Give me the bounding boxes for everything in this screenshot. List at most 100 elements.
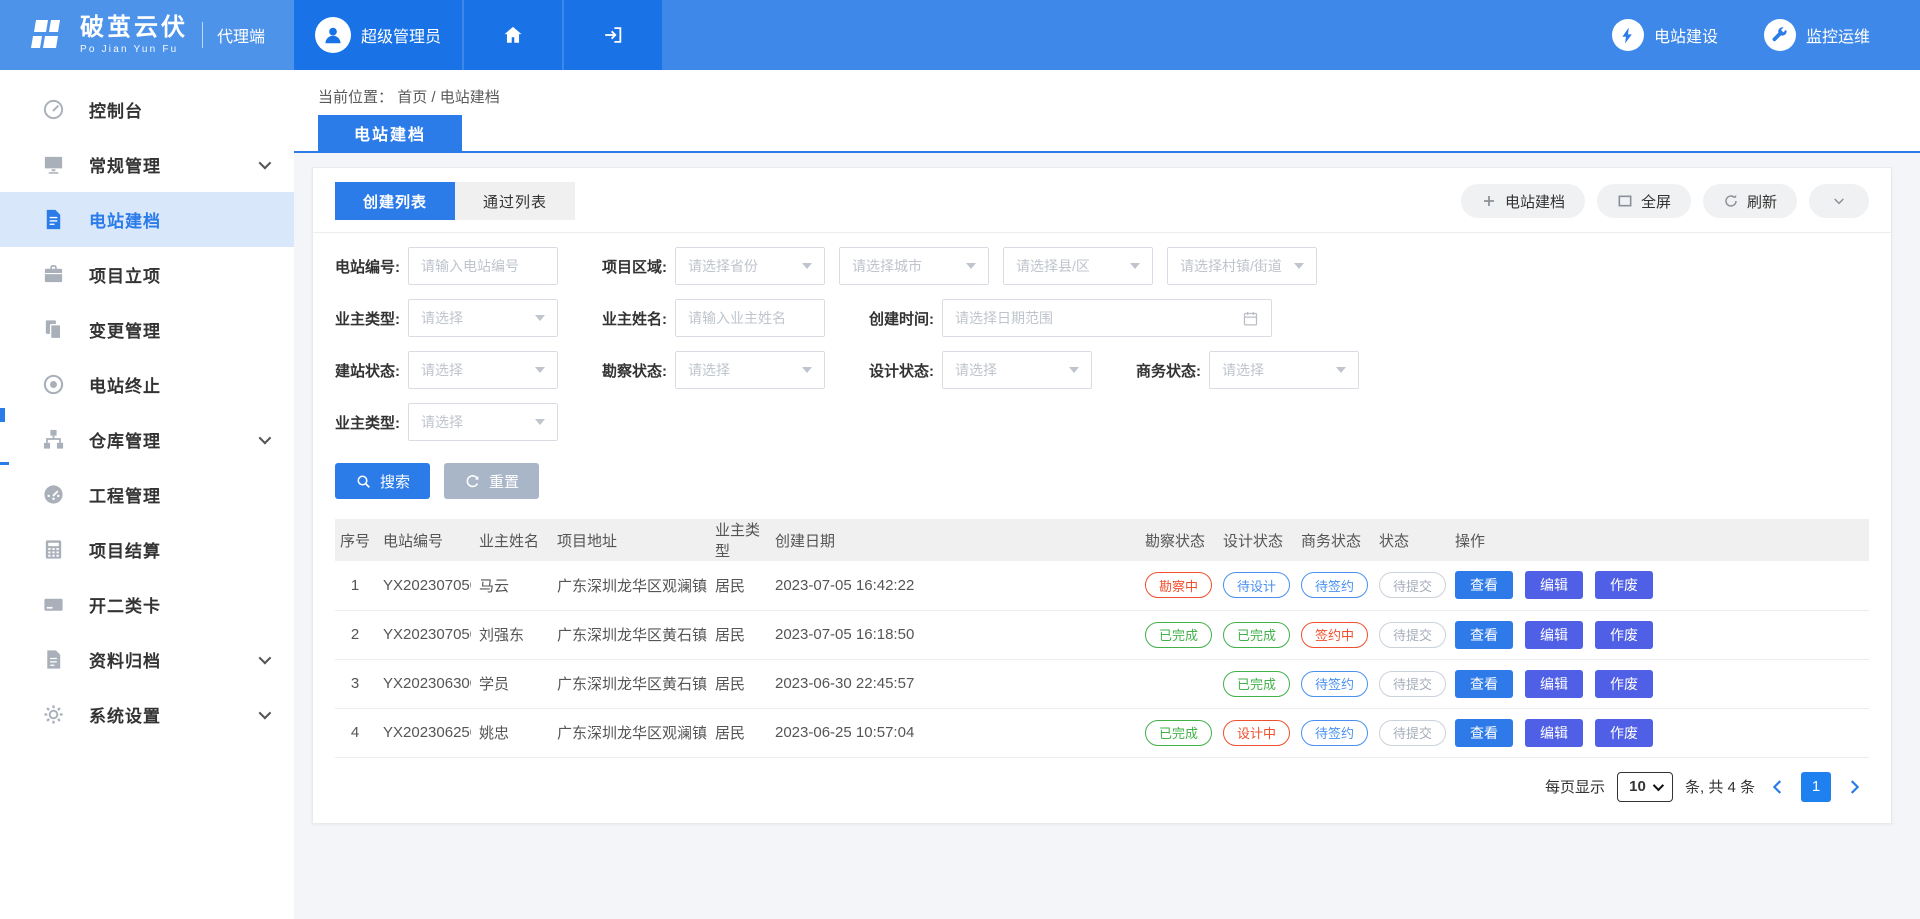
tab-passed-list[interactable]: 通过列表 (455, 182, 575, 220)
cell-created: 2023-07-05 16:42:22 (767, 561, 1137, 610)
search-icon (355, 473, 372, 490)
village-select[interactable]: 请选择村镇/街道 (1167, 247, 1317, 285)
user-menu[interactable]: 超级管理员 (294, 0, 464, 70)
caret-down-icon (1294, 263, 1304, 269)
reset-icon (464, 473, 481, 490)
sidebar-item-label: 资料归档 (89, 647, 161, 672)
view-button[interactable]: 查看 (1455, 621, 1513, 649)
add-station-button[interactable]: 电站建档 (1461, 184, 1585, 218)
filter-label: 建站状态: (335, 360, 400, 381)
view-button[interactable]: 查看 (1455, 719, 1513, 747)
quick-link-monitoring-operation[interactable]: 监控运维 (1764, 19, 1870, 51)
quick-link-station-construction[interactable]: 电站建设 (1612, 19, 1718, 51)
records-table: 序号电站编号业主姓名项目地址业主类型创建日期勘察状态设计状态商务状态状态操作1Y… (335, 519, 1869, 758)
survey-status-select[interactable]: 请选择 (675, 351, 825, 389)
city-select[interactable]: 请选择城市 (839, 247, 989, 285)
fullscreen-icon (1617, 193, 1633, 209)
filter-owner-type-2: 业主类型:请选择 (335, 403, 558, 441)
filter-label: 电站编号: (335, 256, 400, 277)
filter-label: 业主姓名: (602, 308, 667, 329)
status-badge: 待提交 (1379, 622, 1446, 648)
cell-design-status: 已完成 (1215, 610, 1293, 659)
filter-row: 业主类型:请选择 (335, 403, 1869, 441)
caret-down-icon (1336, 367, 1346, 373)
username: 超级管理员 (361, 23, 441, 47)
sidebar-scrollbar-thumb[interactable] (0, 408, 5, 422)
sidebar-item-system-settings[interactable]: 系统设置 (0, 687, 294, 742)
home-button[interactable] (464, 0, 564, 70)
design-status-select[interactable]: 请选择 (942, 351, 1092, 389)
station-no-input[interactable] (408, 247, 558, 285)
filter-business-status: 商务状态:请选择 (1136, 351, 1359, 389)
sidebar-item-warehouse-management[interactable]: 仓库管理 (0, 412, 294, 467)
chevron-down-icon (259, 707, 272, 720)
status-badge: 签约中 (1301, 622, 1368, 648)
cell-created: 2023-07-05 16:18:50 (767, 610, 1137, 659)
sidebar-item-second-class-card[interactable]: 开二类卡 (0, 577, 294, 632)
collapse-button[interactable] (1809, 184, 1869, 218)
owner-name-input[interactable] (675, 299, 825, 337)
gauge-icon (42, 483, 65, 506)
filter-row: 业主类型:请选择业主姓名:创建时间:请选择日期范围 (335, 299, 1869, 337)
station-no-input[interactable] (421, 258, 545, 274)
view-button[interactable]: 查看 (1455, 571, 1513, 599)
sidebar-item-label: 电站建档 (89, 207, 161, 232)
sidebar-item-data-archive[interactable]: 资料归档 (0, 632, 294, 687)
date-range-input[interactable]: 请选择日期范围 (942, 299, 1272, 337)
edit-button[interactable]: 编辑 (1525, 571, 1583, 599)
owner-type-2-select[interactable]: 请选择 (408, 403, 558, 441)
edit-button[interactable]: 编辑 (1525, 719, 1583, 747)
copy-icon (42, 318, 65, 341)
edit-button[interactable]: 编辑 (1525, 670, 1583, 698)
page-size-select[interactable]: 10 (1617, 772, 1673, 802)
void-button[interactable]: 作废 (1595, 571, 1653, 599)
page-tab-station-archive[interactable]: 电站建档 (318, 115, 462, 151)
sidebar-scrollbar-dash[interactable] (0, 462, 9, 465)
sidebar-item-label: 工程管理 (89, 482, 161, 507)
void-button[interactable]: 作废 (1595, 621, 1653, 649)
fullscreen-button[interactable]: 全屏 (1597, 184, 1691, 218)
sidebar-item-project-initiation[interactable]: 项目立项 (0, 247, 294, 302)
status-badge: 已完成 (1223, 671, 1290, 697)
status-badge: 已完成 (1145, 720, 1212, 746)
cell-seq: 3 (335, 659, 375, 708)
filter-row: 建站状态:请选择勘察状态:请选择设计状态:请选择商务状态:请选择 (335, 351, 1869, 389)
void-button[interactable]: 作废 (1595, 719, 1653, 747)
province-select[interactable]: 请选择省份 (675, 247, 825, 285)
business-status-select[interactable]: 请选择 (1209, 351, 1359, 389)
chevron-down-icon (259, 432, 272, 445)
sidebar-item-station-termination[interactable]: 电站终止 (0, 357, 294, 412)
cell-owner-type: 居民 (707, 659, 767, 708)
next-page-button[interactable] (1843, 776, 1865, 798)
sidebar-item-project-settlement[interactable]: 项目结算 (0, 522, 294, 577)
filter-create-time: 创建时间:请选择日期范围 (869, 299, 1272, 337)
tab-create-list[interactable]: 创建列表 (335, 182, 455, 220)
column-header: 状态 (1371, 519, 1447, 561)
current-page-button[interactable]: 1 (1801, 772, 1831, 802)
county-select[interactable]: 请选择县/区 (1003, 247, 1153, 285)
breadcrumb-home-link[interactable]: 首页 (397, 89, 427, 106)
sidebar-item-console[interactable]: 控制台 (0, 82, 294, 137)
page-size-value: 10 (1629, 778, 1646, 795)
sidebar-item-station-archive[interactable]: 电站建档 (0, 192, 294, 247)
select-placeholder: 请选择省份 (688, 256, 758, 276)
logout-button[interactable] (564, 0, 664, 70)
select-placeholder: 请选择 (688, 360, 730, 380)
owner-type-select[interactable]: 请选择 (408, 299, 558, 337)
sidebar-item-general-management[interactable]: 常规管理 (0, 137, 294, 192)
edit-button[interactable]: 编辑 (1525, 621, 1583, 649)
sidebar-item-label: 项目立项 (89, 262, 161, 287)
build-status-select[interactable]: 请选择 (408, 351, 558, 389)
search-button[interactable]: 搜索 (335, 463, 430, 499)
person-icon (322, 24, 344, 46)
reset-button[interactable]: 重置 (444, 463, 539, 499)
sidebar-item-engineering-management[interactable]: 工程管理 (0, 467, 294, 522)
refresh-button[interactable]: 刷新 (1703, 184, 1797, 218)
owner-name-input[interactable] (688, 310, 812, 326)
void-button[interactable]: 作废 (1595, 670, 1653, 698)
sidebar-item-change-management[interactable]: 变更管理 (0, 302, 294, 357)
prev-page-button[interactable] (1767, 776, 1789, 798)
cell-actions: 查看编辑作废 (1447, 659, 1869, 708)
cell-address: 广东深圳龙华区黄石镇姚家庄... (549, 659, 707, 708)
view-button[interactable]: 查看 (1455, 670, 1513, 698)
